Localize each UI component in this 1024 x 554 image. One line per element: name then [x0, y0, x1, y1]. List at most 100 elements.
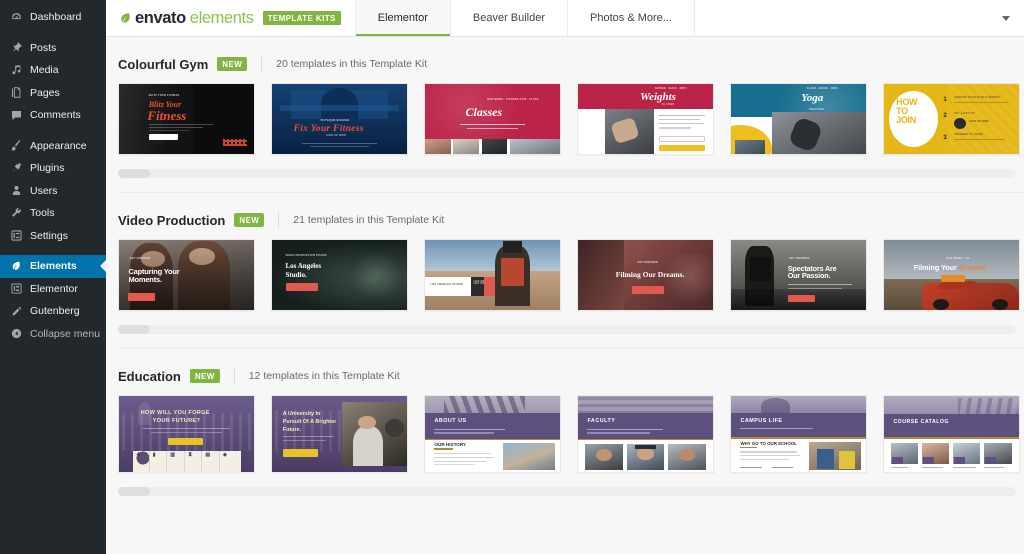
template-card[interactable]: ABOUT US OUR HISTORY [424, 395, 561, 473]
admin-sidebar: Dashboard Posts Media Pages Commen [0, 0, 106, 554]
elementor-icon [8, 281, 24, 297]
media-icon [8, 62, 24, 78]
brush-icon [8, 138, 24, 154]
tab-elementor[interactable]: Elementor [355, 0, 450, 36]
sidebar-item-label: Pages [30, 88, 60, 99]
template-card[interactable]: BLITZ YOUR FITNESS Blitz Your Fitness [118, 83, 255, 155]
kit-section-education: Education NEW 12 templates in this Templ… [106, 349, 1024, 496]
sidebar-item-label: Comments [30, 110, 81, 121]
scrollbar-thumb[interactable] [118, 487, 150, 496]
sidebar-item-elementor[interactable]: Elementor [0, 278, 106, 301]
pin-icon [8, 40, 24, 56]
template-card[interactable]: LOS ANGELES STUDIO LOS ANGELES VIDEO [424, 239, 561, 311]
template-card[interactable]: FACULTY [577, 395, 714, 473]
sidebar-item-plugins[interactable]: Plugins [0, 157, 106, 180]
kit-template-row: HOW WILL YOU FORGE YOUR FUTURE? ✚ ▮ ▥ ♜ … [106, 387, 1024, 473]
kit-template-count: 21 templates in this Template Kit [293, 214, 444, 226]
template-card[interactable]: PHYSIQUE BUILDER Fix Your Fitness SIGN U… [271, 83, 408, 155]
sidebar-item-elements[interactable]: Elements [0, 255, 106, 278]
template-thumbnail: CAMPUS LIFE WHY GO TO OUR SCHOOL [731, 396, 866, 472]
template-card[interactable]: SERIES · SHOP · INFO Weights 01 / 2021 [577, 83, 714, 155]
sidebar-item-label: Tools [30, 208, 55, 219]
kit-header: Video Production NEW 21 templates in thi… [106, 193, 1024, 231]
template-card[interactable]: OUR WORK · FITNESS GYM · CLASS Classes [424, 83, 561, 155]
comments-icon [8, 107, 24, 123]
sidebar-item-label: Users [30, 186, 57, 197]
sidebar-item-collapse-menu[interactable]: Collapse menu [0, 323, 106, 346]
tab-photos-and-more[interactable]: Photos & More... [567, 0, 695, 36]
kit-template-row: GET INSPIRED Capturing YourMoments. VIDE… [106, 231, 1024, 311]
sidebar-item-tools[interactable]: Tools [0, 202, 106, 225]
chevron-down-icon [1002, 16, 1010, 21]
sidebar-item-dashboard[interactable]: Dashboard [0, 6, 106, 29]
plug-icon [8, 160, 24, 176]
template-thumbnail: FACULTY [578, 396, 713, 472]
template-card[interactable]: HOW WILL YOU FORGE YOUR FUTURE? ✚ ▮ ▥ ♜ … [118, 395, 255, 473]
kits-content: Colourful Gym NEW 20 templates in this T… [106, 37, 1024, 554]
topbar-dropdown-button[interactable] [1002, 0, 1024, 36]
user-icon [8, 183, 24, 199]
kit-header: Colourful Gym NEW 20 templates in this T… [106, 37, 1024, 75]
settings-icon [8, 228, 24, 244]
template-card[interactable]: HOWTOJOIN 1 CHOOSE YOUR PLAN & PERIOD 2 … [883, 83, 1020, 155]
pencil-icon [8, 303, 24, 319]
template-thumbnail: OUR WORK · FITNESS GYM · CLASS Classes [425, 84, 560, 154]
scrollbar-video-production[interactable] [118, 325, 1016, 334]
scrollbar-colourful-gym[interactable] [118, 169, 1016, 178]
kit-section-colourful-gym: Colourful Gym NEW 20 templates in this T… [106, 37, 1024, 193]
new-badge: NEW [217, 57, 247, 71]
sidebar-item-media[interactable]: Media [0, 59, 106, 82]
envato-elements-logo: envatoelements TEMPLATE KITS [106, 0, 355, 36]
collapse-icon [8, 326, 24, 342]
kit-template-row: BLITZ YOUR FITNESS Blitz Your Fitness [106, 75, 1024, 155]
tab-beaver-builder[interactable]: Beaver Builder [450, 0, 567, 36]
sidebar-item-comments[interactable]: Comments [0, 104, 106, 127]
template-card[interactable]: VIDEO PRODUCTION STUDIO Los AngelesStudi… [271, 239, 408, 311]
topbar-spacer [695, 0, 1002, 36]
template-thumbnail: HOWTOJOIN 1 CHOOSE YOUR PLAN & PERIOD 2 … [884, 84, 1019, 154]
template-kits-badge: TEMPLATE KITS [263, 11, 341, 25]
kit-template-count: 20 templates in this Template Kit [276, 58, 427, 70]
template-thumbnail: LOS ANGELES STUDIO LOS ANGELES VIDEO [425, 240, 560, 310]
new-badge: NEW [234, 213, 264, 227]
sidebar-item-settings[interactable]: Settings [0, 225, 106, 248]
builder-tabs: Elementor Beaver Builder Photos & More..… [355, 0, 695, 36]
template-thumbnail: GET INSPIRED Capturing YourMoments. [119, 240, 254, 310]
template-card[interactable]: GET INSPIRED Capturing YourMoments. [118, 239, 255, 311]
kit-title: Colourful Gym [118, 57, 208, 72]
brand-envato: envato [135, 9, 186, 28]
scrollbar-education[interactable] [118, 487, 1016, 496]
template-thumbnail: COURSE CATALOG [884, 396, 1019, 472]
divider [261, 56, 262, 72]
template-card[interactable]: CLASS · BOOK · INFO Yoga PRACTICE [730, 83, 867, 155]
template-thumbnail: ABOUT US OUR HISTORY [425, 396, 560, 472]
kit-title: Education [118, 369, 181, 384]
scrollbar-thumb[interactable] [118, 325, 150, 334]
template-card[interactable]: A University InPursuit Of A BrighterFutu… [271, 395, 408, 473]
sidebar-item-pages[interactable]: Pages [0, 82, 106, 105]
pages-icon [8, 85, 24, 101]
template-card[interactable]: COURSE CATALOG [883, 395, 1020, 473]
template-thumbnail: OUR WORK · CO Filming Your Dreams [884, 240, 1019, 310]
kit-title: Video Production [118, 213, 225, 228]
scrollbar-thumb[interactable] [118, 169, 150, 178]
template-card[interactable]: OUR WORK · CO Filming Your Dreams [883, 239, 1020, 311]
template-card[interactable]: GET INSPIRED Spectators AreOur Passion. [730, 239, 867, 311]
sidebar-item-label: Gutenberg [30, 306, 80, 317]
tab-label: Photos & More... [590, 12, 672, 24]
sidebar-item-label: Posts [30, 43, 56, 54]
sidebar-item-label: Elements [30, 261, 77, 272]
new-badge: NEW [190, 369, 220, 383]
sidebar-item-users[interactable]: Users [0, 180, 106, 203]
template-card[interactable]: GET INSPIRED Filming Our Dreams. [577, 239, 714, 311]
sidebar-item-posts[interactable]: Posts [0, 37, 106, 60]
sidebar-item-appearance[interactable]: Appearance [0, 135, 106, 158]
template-thumbnail: HOW WILL YOU FORGE YOUR FUTURE? ✚ ▮ ▥ ♜ … [119, 396, 254, 472]
wp-admin-screen: Dashboard Posts Media Pages Commen [0, 0, 1024, 554]
template-thumbnail: SERIES · SHOP · INFO Weights 01 / 2021 [578, 84, 713, 154]
template-thumbnail: A University InPursuit Of A BrighterFutu… [272, 396, 407, 472]
leaf-icon [8, 258, 24, 274]
template-card[interactable]: CAMPUS LIFE WHY GO TO OUR SCHOOL [730, 395, 867, 473]
sidebar-item-gutenberg[interactable]: Gutenberg [0, 300, 106, 323]
wrench-icon [8, 205, 24, 221]
